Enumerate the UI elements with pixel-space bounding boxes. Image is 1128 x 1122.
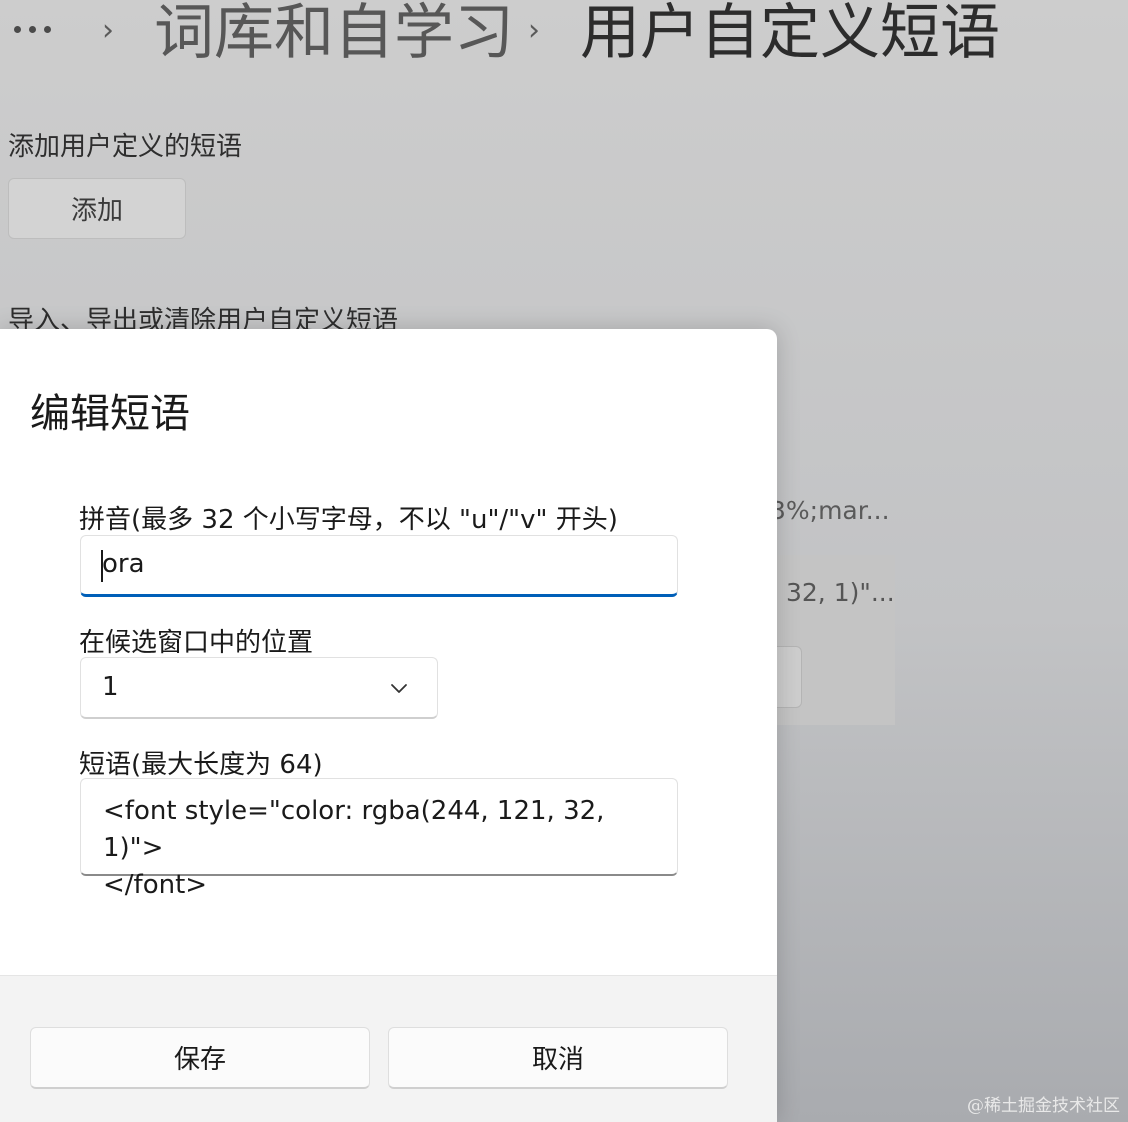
pinyin-input[interactable]: ora: [80, 535, 678, 597]
breadcrumb: › 词库和自学习 › 用户自定义短语: [0, 0, 1128, 66]
phrase-textarea[interactable]: <font style="color: rgba(244, 121, 32, 1…: [80, 778, 678, 900]
chevron-down-icon: [391, 684, 407, 693]
pinyin-label: 拼音(最多 32 个小写字母，不以 "u"/"v" 开头): [79, 505, 618, 535]
dialog-footer: 保存 取消: [0, 975, 777, 1122]
pinyin-value: ora: [102, 549, 145, 579]
add-phrase-label: 添加用户定义的短语: [8, 132, 243, 162]
position-value: 1: [102, 672, 119, 702]
phrase-list-fragment: 3%;mar...: [770, 496, 890, 525]
text-caret: [101, 550, 103, 582]
position-dropdown[interactable]: 1: [80, 657, 438, 719]
more-dots-icon[interactable]: [14, 22, 64, 36]
phrase-list-button[interactable]: [777, 646, 802, 708]
edit-phrase-dialog: 编辑短语 拼音(最多 32 个小写字母，不以 "u"/"v" 开头) ora 在…: [0, 329, 777, 1122]
phrase-list-fragment: 32, 1)"...: [786, 578, 895, 607]
cancel-button[interactable]: 取消: [388, 1027, 728, 1089]
dialog-title: 编辑短语: [30, 391, 190, 437]
phrase-label: 短语(最大长度为 64): [79, 750, 323, 780]
page-title: 用户自定义短语: [580, 0, 1000, 68]
chevron-right-icon: ›: [102, 13, 114, 48]
chevron-right-icon: ›: [528, 13, 540, 48]
add-phrase-button[interactable]: 添加: [8, 178, 186, 239]
watermark: @稀土掘金技术社区: [967, 1096, 1120, 1116]
position-label: 在候选窗口中的位置: [79, 628, 314, 658]
phrase-value: <font style="color: rgba(244, 121, 32, 1…: [103, 796, 605, 900]
breadcrumb-parent[interactable]: 词库和自学习: [154, 0, 514, 66]
save-button[interactable]: 保存: [30, 1027, 370, 1089]
